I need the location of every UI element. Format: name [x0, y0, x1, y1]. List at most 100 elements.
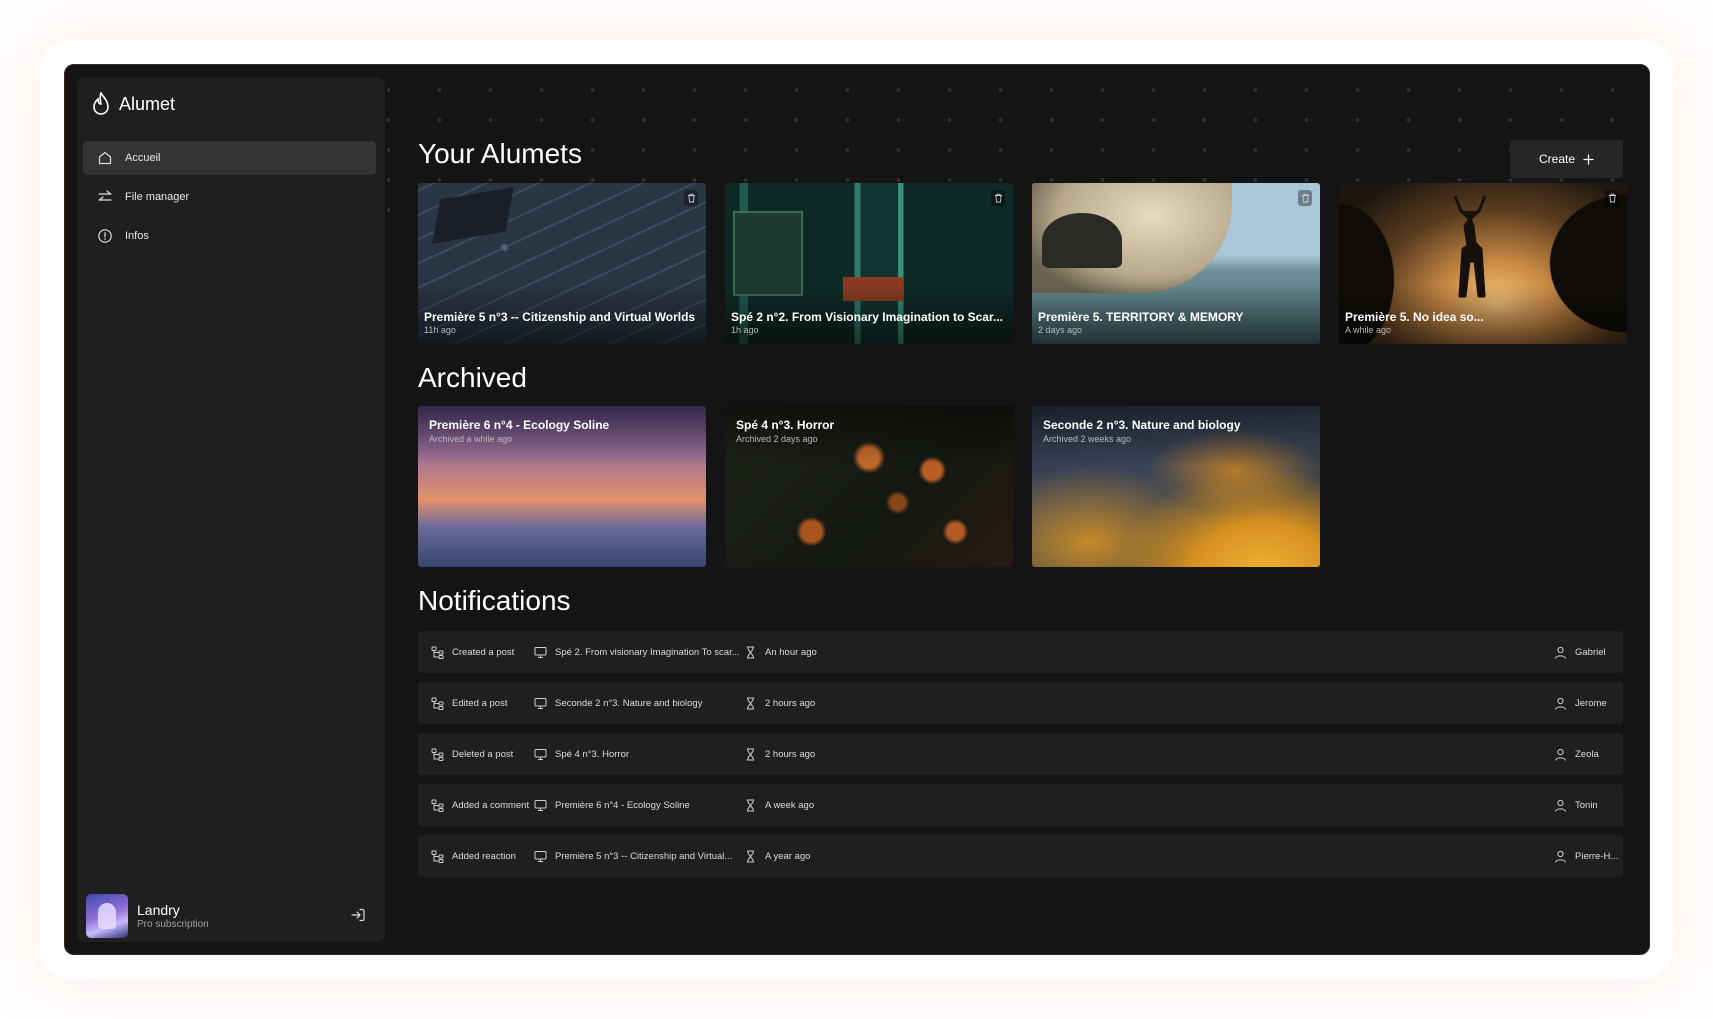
alumet-card[interactable]: Première 5. TERRITORY & MEMORY 2 days ag… — [1032, 183, 1320, 344]
card-time: A while ago — [1345, 325, 1392, 335]
notification-time: 2 hours ago — [765, 748, 816, 760]
delete-button[interactable] — [684, 190, 698, 206]
trash-icon — [1608, 193, 1616, 203]
user-icon — [1554, 748, 1567, 761]
notification-target: Spé 4 n°3. Horror — [555, 748, 630, 760]
notification-target: Spé 2. From visionary Imagination To sca… — [555, 646, 740, 658]
notifications-list: Created a post Spé 2. From visionary Imag… — [418, 631, 1623, 881]
user-icon — [1554, 697, 1567, 710]
sidebar-item-accueil[interactable]: Accueil — [83, 141, 376, 175]
app-window: Alumet Accueil File manager Infos Landry… — [64, 64, 1650, 955]
main-content: Your Alumets Create Première 5 n°3 -- Ci… — [418, 65, 1649, 954]
card-title: Première 6 n°4 - Ecology Soline — [429, 418, 610, 432]
archived-card[interactable]: Première 6 n°4 - Ecology Soline Archived… — [418, 406, 706, 567]
trash-icon — [994, 193, 1002, 203]
hourglass-icon — [744, 697, 757, 710]
notification-action: Created a post — [452, 646, 515, 658]
monitor-icon — [534, 799, 547, 812]
activity-icon — [431, 850, 444, 863]
create-button-label: Create — [1538, 152, 1576, 166]
notification-action: Added a comment — [452, 799, 530, 811]
hourglass-icon — [744, 748, 757, 761]
activity-icon — [431, 799, 444, 812]
card-title: Première 5 n°3 -- Citizenship and Virtua… — [424, 310, 696, 324]
notification-row[interactable]: Added a comment Première 6 n°4 - Ecology … — [418, 784, 1623, 826]
user-subscription: Pro subscription — [137, 918, 209, 930]
archived-card[interactable]: Seconde 2 n°3. Nature and biology Archiv… — [1032, 406, 1320, 567]
avatar — [86, 893, 128, 938]
sidebar-item-label: File manager — [125, 191, 190, 203]
activity-icon — [431, 697, 444, 710]
monitor-icon — [534, 697, 547, 710]
notification-row[interactable]: Added reaction Première 5 n°3 -- Citizens… — [418, 835, 1623, 877]
hourglass-icon — [744, 850, 757, 863]
sidebar-item-label: Infos — [125, 230, 149, 242]
section-title-archived: Archived — [418, 362, 527, 393]
card-time: 1h ago — [731, 325, 759, 335]
monitor-icon — [534, 850, 547, 863]
app-name: Alumet — [119, 93, 176, 114]
chip-shape — [432, 187, 514, 244]
card-title: Spé 4 n°3. Horror — [736, 418, 835, 432]
flame-icon — [91, 92, 111, 116]
card-time: Archived a while ago — [429, 434, 513, 444]
alumet-card[interactable]: Première 5 n°3 -- Citizenship and Virtua… — [418, 183, 706, 344]
home-icon — [98, 151, 112, 165]
monitor-icon — [534, 748, 547, 761]
notification-action: Added reaction — [452, 850, 516, 862]
card-title: Première 5. No idea so... — [1345, 310, 1484, 324]
card-time: 2 days ago — [1038, 325, 1083, 335]
sidebar-item-file-manager[interactable]: File manager — [83, 180, 376, 214]
alumet-card[interactable]: Spé 2 n°2. From Visionary Imagination to… — [725, 183, 1013, 344]
notification-action: Deleted a post — [452, 748, 514, 760]
info-icon — [98, 229, 112, 243]
notification-row[interactable]: Deleted a post Spé 4 n°3. Horror 2 hours a… — [418, 733, 1623, 775]
page-title: Your Alumets — [418, 138, 582, 169]
activity-icon — [431, 646, 444, 659]
sidebar-item-infos[interactable]: Infos — [83, 219, 376, 253]
alumet-card[interactable]: Première 5. No idea so... A while ago — [1339, 183, 1627, 344]
notification-target: Seconde 2 n°3. Nature and biology — [555, 697, 703, 709]
sidebar-item-label: Accueil — [125, 152, 161, 164]
notification-time: A year ago — [765, 850, 811, 862]
user-icon — [1554, 799, 1567, 812]
archived-card[interactable]: Spé 4 n°3. Horror Archived 2 days ago — [725, 406, 1013, 567]
hourglass-icon — [744, 646, 757, 659]
swap-icon — [98, 190, 112, 201]
trash-icon — [687, 193, 695, 203]
notification-target: Première 5 n°3 -- Citizenship and Virtua… — [555, 850, 733, 862]
user-profile[interactable]: Landry Pro subscription — [86, 893, 376, 938]
section-title-notifications: Notifications — [418, 585, 571, 616]
notification-time: An hour ago — [765, 646, 817, 658]
notification-user: Tonin — [1575, 799, 1598, 811]
card-time: Archived 2 days ago — [736, 434, 818, 444]
notification-time: 2 hours ago — [765, 697, 816, 709]
card-time: Archived 2 weeks ago — [1043, 434, 1132, 444]
notification-time: A week ago — [765, 799, 815, 811]
delete-button[interactable] — [1298, 190, 1312, 206]
monitor-icon — [534, 646, 547, 659]
notification-user: Gabriel — [1575, 646, 1606, 658]
user-icon — [1554, 646, 1567, 659]
notification-user: Pierre-H... — [1575, 850, 1619, 862]
notification-user: Zeola — [1575, 748, 1599, 760]
delete-button[interactable] — [991, 190, 1005, 206]
cave-shape — [1042, 213, 1122, 268]
card-title: Première 5. TERRITORY & MEMORY — [1038, 310, 1244, 324]
hourglass-icon — [744, 799, 757, 812]
create-button[interactable]: Create — [1510, 140, 1623, 178]
notification-action: Edited a post — [452, 697, 508, 709]
notification-row[interactable]: Edited a post Seconde 2 n°3. Nature and b… — [418, 682, 1623, 724]
brand: Alumet — [91, 92, 175, 116]
sidebar: Alumet Accueil File manager Infos Landry… — [77, 78, 385, 942]
card-title: Seconde 2 n°3. Nature and biology — [1043, 418, 1241, 432]
card-time: 11h ago — [424, 325, 456, 335]
notification-user: Jerome — [1575, 697, 1607, 709]
delete-button[interactable] — [1605, 190, 1619, 206]
trash-icon — [1301, 193, 1309, 203]
activity-icon — [431, 748, 444, 761]
notification-row[interactable]: Created a post Spé 2. From visionary Imag… — [418, 631, 1623, 673]
sidebar-nav: Accueil File manager Infos — [83, 141, 376, 258]
logout-icon[interactable] — [350, 907, 366, 923]
plus-icon — [1583, 153, 1594, 165]
